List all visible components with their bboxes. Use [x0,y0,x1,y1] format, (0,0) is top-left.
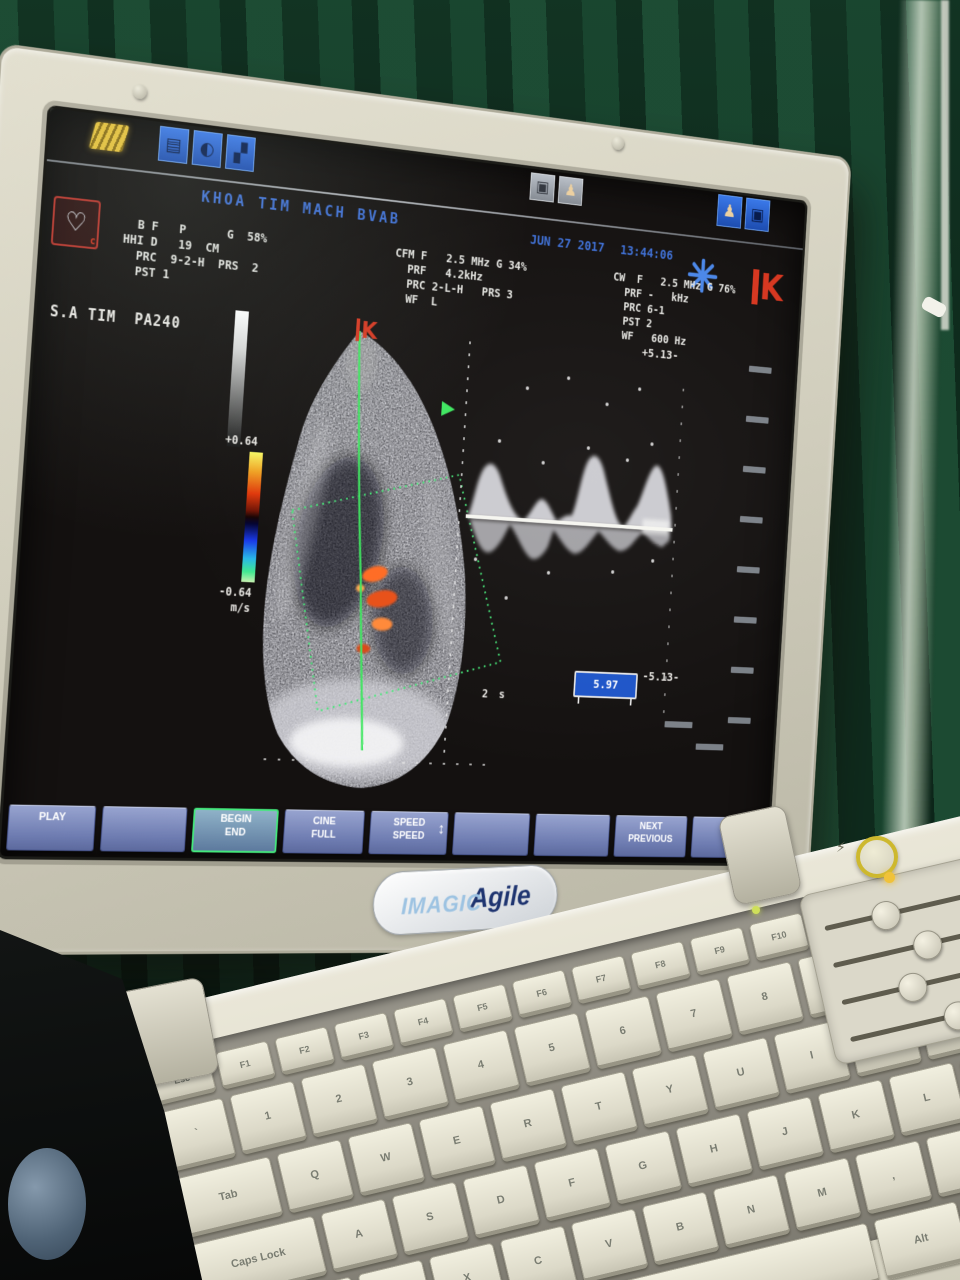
key-d[interactable]: D [462,1164,540,1239]
heart-sub-label: c [89,236,95,247]
velocity-min-label: -0.64 [219,584,252,599]
key-alt[interactable]: Alt [873,1201,960,1280]
key-4[interactable]: 4 [442,1029,520,1104]
tgc-slider[interactable] [824,891,960,931]
tgc-mark[interactable] [737,566,760,574]
key-v[interactable]: V [570,1208,648,1280]
tgc-mark[interactable] [664,721,692,728]
softkey-play[interactable]: PLAY [6,805,97,852]
toolbar-left [91,121,126,152]
speed-arrows-icon: ↕ [437,820,445,839]
key-c[interactable]: C [499,1225,577,1280]
tgc-mark[interactable] [696,743,724,750]
key-l[interactable]: L [888,1062,960,1137]
softkey-cine-full[interactable]: CINEFULL [282,809,365,854]
bezel-bump [612,136,625,151]
key-t[interactable]: T [560,1071,638,1146]
power-bolt-icon: ⚡ [836,840,846,856]
brand-k-icon: K [355,318,378,342]
key-5[interactable]: 5 [513,1012,591,1087]
key-q[interactable]: Q [276,1139,354,1214]
tgc-slider-thumb[interactable] [941,998,960,1033]
key-8[interactable]: 8 [726,961,804,1036]
photo-stage: ▤◐▞ ▣♟ ♟▣ KHOA TIM MACH BVAB JUN 27 2017… [0,0,960,1280]
curtain-cord [941,0,949,330]
key-y[interactable]: Y [631,1054,709,1129]
measurement-value: 5.97 [593,678,619,693]
cart-knob [8,1148,86,1260]
tgc-slider-thumb[interactable] [869,898,904,933]
logo-brand: IMAGIC [401,889,482,920]
ecg-heart-icon[interactable]: ♡ c [51,196,101,250]
key-,[interactable]: , [854,1140,932,1215]
key-g[interactable]: G [604,1130,682,1205]
patient-icon[interactable]: ♟ [558,176,584,206]
tgc-slider[interactable] [841,965,960,1005]
measurement-value-box[interactable]: 5.97 [573,671,638,700]
key-3[interactable]: 3 [371,1046,449,1121]
tgc-slider[interactable] [850,1002,960,1042]
tgc-mark[interactable] [734,616,757,623]
key-b[interactable]: B [641,1191,719,1266]
display-icon[interactable]: ▣ [529,172,555,202]
key-f[interactable]: F [533,1147,611,1222]
tgc-mark[interactable] [728,717,751,724]
key-w[interactable]: W [347,1122,425,1197]
key-k[interactable]: K [817,1079,895,1154]
velocity-scale-bottom: -5.13- [642,670,679,685]
tgc-mark[interactable] [731,667,754,674]
network-icon[interactable]: ▞ [225,134,256,172]
softkey-blank-6[interactable] [534,814,610,857]
status-led [884,872,895,883]
bmode-sector [236,312,498,804]
user-icon[interactable]: ♟ [716,194,742,229]
key-n[interactable]: N [712,1174,790,1249]
key-.[interactable]: . [925,1123,960,1198]
softkey-speed-speed[interactable]: SPEEDSPEED↕ [368,811,449,855]
report-icon[interactable]: ▤ [158,126,190,164]
tgc-slider-thumb[interactable] [910,928,945,963]
tgc-slider-thumb[interactable] [895,970,930,1005]
caps-led [752,906,760,914]
heart-glyph: ♡ [64,209,88,237]
key-2[interactable]: 2 [300,1063,378,1138]
key-e[interactable]: E [418,1105,496,1180]
tgc-slider[interactable] [833,928,960,968]
cw-parameters: CW F 2.5 MHz G 76% PRF - kHz PRC 6-1 PST… [609,269,736,353]
key-s[interactable]: S [391,1181,469,1256]
softkey-blank-1[interactable] [100,806,188,852]
key-h[interactable]: H [675,1113,753,1188]
key-r[interactable]: R [489,1088,567,1163]
ultrasound-screen: ▤◐▞ ▣♟ ♟▣ KHOA TIM MACH BVAB JUN 27 2017… [0,108,805,863]
brand-k-logo-icon: K [751,269,784,307]
ultrasound-graphics [0,108,805,863]
settings-icon[interactable]: ▣ [744,198,770,232]
cine-reel-icon[interactable] [89,122,130,153]
globe-icon[interactable]: ◐ [192,130,223,168]
key-m[interactable]: M [783,1157,861,1232]
key-x[interactable]: X [428,1242,506,1280]
spectral-doppler-trace [463,446,676,567]
velocity-unit-label: m/s [230,600,250,614]
velocity-max-label: +0.64 [225,433,258,449]
softkey-begin-end[interactable]: BEGINEND [191,808,278,853]
focus-marker-icon [441,401,455,417]
softkey-blank-5[interactable] [452,812,531,855]
key-a[interactable]: A [320,1198,398,1273]
key-6[interactable]: 6 [584,995,662,1070]
key-u[interactable]: U [702,1037,780,1112]
key-1[interactable]: 1 [229,1080,307,1155]
toolbar-right-group: ♟▣ [716,194,770,232]
bezel-bump [132,83,147,99]
key-j[interactable]: J [746,1096,824,1171]
key-7[interactable]: 7 [655,978,733,1053]
softkey-next-previous[interactable]: NEXTPREVIOUS [613,815,687,857]
sweep-time-label: 2 s [482,687,508,701]
